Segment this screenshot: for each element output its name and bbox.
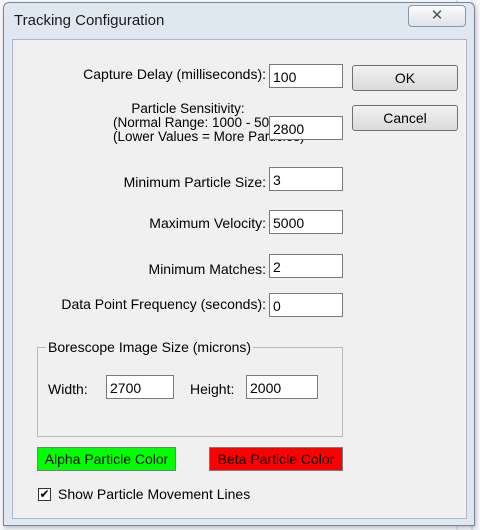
particle-sensitivity-label-line: Particle Sensitivity: bbox=[131, 101, 245, 116]
title-bar[interactable]: Tracking Configuration ✕ bbox=[4, 3, 474, 37]
particle-sensitivity-input[interactable] bbox=[269, 116, 343, 140]
capture-delay-label: Capture Delay (milliseconds): bbox=[83, 66, 266, 82]
max-velocity-input[interactable] bbox=[269, 210, 343, 234]
width-label: Width: bbox=[48, 381, 88, 397]
particle-sensitivity-label: Particle Sensitivity: (Normal Range: 100… bbox=[113, 101, 305, 144]
alpha-particle-color-button[interactable]: Alpha Particle Color bbox=[37, 447, 176, 471]
beta-particle-color-button[interactable]: Beta Particle Color bbox=[209, 447, 343, 471]
min-matches-label: Minimum Matches: bbox=[148, 261, 266, 277]
show-lines-label[interactable]: Show Particle Movement Lines bbox=[58, 486, 250, 502]
ok-button[interactable]: OK bbox=[352, 65, 458, 91]
tracking-config-dialog: Tracking Configuration ✕ Capture Delay (… bbox=[3, 2, 475, 526]
dialog-title: Tracking Configuration bbox=[14, 12, 165, 29]
cancel-button[interactable]: Cancel bbox=[352, 105, 458, 131]
capture-delay-input[interactable] bbox=[269, 64, 343, 88]
dialog-client-area: Capture Delay (milliseconds): Particle S… bbox=[12, 39, 467, 519]
data-point-frequency-input[interactable] bbox=[269, 293, 343, 317]
min-particle-size-label: Minimum Particle Size: bbox=[123, 174, 266, 190]
height-label: Height: bbox=[190, 381, 235, 397]
min-matches-input[interactable] bbox=[269, 254, 343, 278]
height-input[interactable] bbox=[246, 375, 318, 399]
borescope-group-title: Borescope Image Size (microns) bbox=[46, 339, 254, 355]
width-input[interactable] bbox=[106, 375, 174, 399]
particle-sensitivity-hint-line: (Lower Values = More Particles) bbox=[113, 129, 305, 144]
particle-sensitivity-range-line: (Normal Range: 1000 - 5000) bbox=[113, 115, 289, 130]
max-velocity-label: Maximum Velocity: bbox=[149, 215, 266, 231]
borescope-groupbox: Borescope Image Size (microns) Width: He… bbox=[37, 339, 343, 437]
show-lines-checkbox[interactable]: ✔ bbox=[38, 488, 51, 501]
data-point-frequency-label: Data Point Frequency (seconds): bbox=[61, 296, 266, 312]
min-particle-size-input[interactable] bbox=[269, 167, 343, 191]
close-icon: ✕ bbox=[430, 7, 444, 24]
checkmark-icon: ✔ bbox=[39, 487, 50, 501]
close-button[interactable]: ✕ bbox=[408, 5, 466, 27]
